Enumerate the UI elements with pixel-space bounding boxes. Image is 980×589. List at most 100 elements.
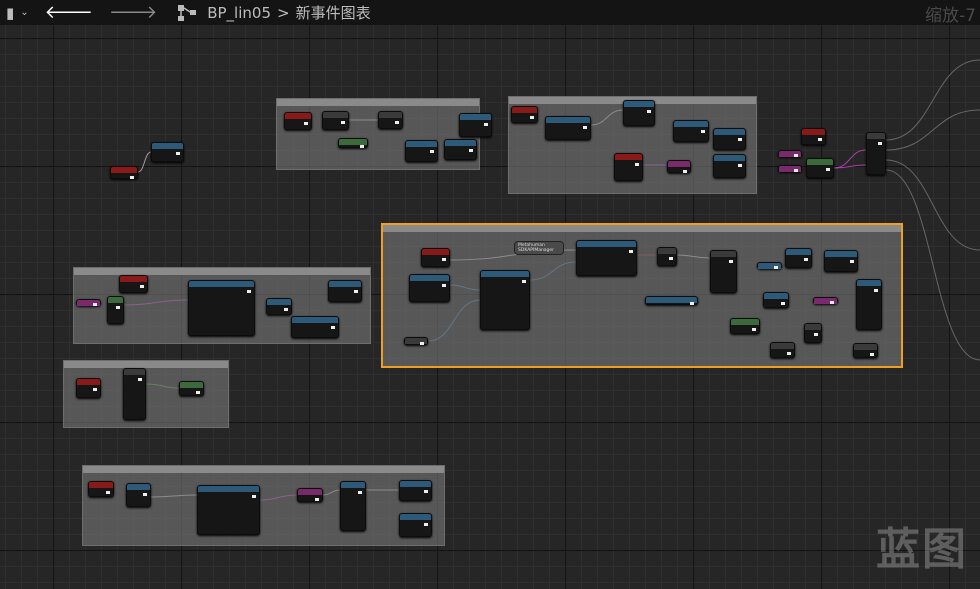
- exec-pin[interactable]: [878, 142, 882, 145]
- exec-pin[interactable]: [130, 176, 134, 179]
- exec-pin[interactable]: [826, 168, 830, 171]
- blueprint-node[interactable]: [123, 368, 146, 420]
- exec-pin[interactable]: [669, 257, 673, 260]
- exec-pin[interactable]: [647, 110, 651, 113]
- blueprint-node[interactable]: [813, 297, 838, 304]
- comment-header[interactable]: [64, 361, 228, 368]
- blueprint-node[interactable]: [806, 158, 834, 178]
- exec-pin[interactable]: [683, 170, 687, 173]
- blueprint-node[interactable]: [614, 153, 643, 181]
- blueprint-node[interactable]: [673, 120, 709, 142]
- blueprint-node[interactable]: [338, 138, 368, 148]
- forward-arrow-icon[interactable]: 🡒: [109, 2, 157, 23]
- exec-pin[interactable]: [341, 121, 345, 124]
- blueprint-node[interactable]: [713, 128, 746, 150]
- blueprint-node[interactable]: [399, 480, 432, 501]
- exec-pin[interactable]: [93, 303, 97, 306]
- metahuman-sdk-api-manager-node[interactable]: Metahuman SDKAPIManager: [514, 241, 564, 255]
- exec-pin[interactable]: [93, 388, 97, 391]
- exec-pin[interactable]: [690, 302, 694, 305]
- exec-pin[interactable]: [530, 116, 534, 119]
- exec-pin[interactable]: [430, 150, 434, 153]
- exec-pin[interactable]: [424, 490, 428, 493]
- blueprint-node[interactable]: [856, 279, 882, 330]
- exec-pin[interactable]: [870, 353, 874, 356]
- exec-pin[interactable]: [752, 328, 756, 331]
- blueprint-node[interactable]: [866, 132, 886, 175]
- breadcrumb-blueprint[interactable]: BP_lin05: [207, 4, 271, 22]
- exec-pin[interactable]: [774, 266, 778, 269]
- exec-pin[interactable]: [358, 491, 362, 494]
- blueprint-node[interactable]: [853, 343, 878, 358]
- exec-pin[interactable]: [140, 285, 144, 288]
- blueprint-node[interactable]: [645, 296, 698, 305]
- blueprint-node[interactable]: [657, 247, 677, 266]
- blueprint-node[interactable]: [409, 274, 450, 302]
- comment-header[interactable]: [83, 466, 444, 473]
- blueprint-node[interactable]: [76, 299, 101, 306]
- exec-pin[interactable]: [442, 284, 446, 287]
- exec-pin[interactable]: [629, 250, 633, 253]
- blueprint-node[interactable]: [667, 160, 691, 173]
- blueprint-node[interactable]: [576, 240, 637, 276]
- exec-pin[interactable]: [360, 145, 364, 148]
- blueprint-node[interactable]: [88, 481, 114, 497]
- blueprint-node[interactable]: [76, 378, 101, 398]
- blueprint-node[interactable]: [444, 139, 477, 160]
- blueprint-node[interactable]: [328, 280, 362, 302]
- blueprint-node[interactable]: [284, 112, 312, 130]
- blueprint-node[interactable]: [340, 481, 366, 531]
- blueprint-node[interactable]: [623, 100, 655, 126]
- exec-pin[interactable]: [469, 149, 473, 152]
- exec-pin[interactable]: [583, 126, 587, 129]
- chevron-down-icon[interactable]: ⌄: [20, 7, 28, 18]
- blueprint-node[interactable]: [710, 250, 737, 293]
- exec-pin[interactable]: [484, 123, 488, 126]
- blueprint-node[interactable]: [778, 150, 802, 157]
- exec-pin[interactable]: [331, 326, 335, 329]
- blueprint-node[interactable]: [770, 342, 795, 358]
- blueprint-node[interactable]: [459, 113, 492, 137]
- breadcrumb-graph[interactable]: 新事件图表: [296, 2, 371, 23]
- blueprint-node[interactable]: [322, 111, 349, 130]
- exec-pin[interactable]: [176, 152, 180, 155]
- back-arrow-icon[interactable]: 🡐: [45, 2, 93, 23]
- exec-pin[interactable]: [794, 154, 798, 157]
- exec-pin[interactable]: [794, 169, 798, 172]
- exec-pin[interactable]: [252, 495, 256, 498]
- exec-pin[interactable]: [138, 378, 142, 381]
- exec-pin[interactable]: [874, 289, 878, 292]
- blueprint-node[interactable]: [151, 142, 184, 162]
- blueprint-node[interactable]: [110, 166, 138, 179]
- blueprint-node[interactable]: [404, 337, 428, 345]
- blueprint-node[interactable]: [197, 485, 260, 535]
- blueprint-node[interactable]: [405, 140, 438, 162]
- blueprint-node[interactable]: [421, 248, 450, 267]
- exec-pin[interactable]: [442, 258, 446, 261]
- exec-pin[interactable]: [804, 258, 808, 261]
- exec-pin[interactable]: [738, 164, 742, 167]
- bookmark-icon[interactable]: ▮: [6, 4, 14, 22]
- blueprint-node[interactable]: [399, 513, 432, 537]
- exec-pin[interactable]: [850, 260, 854, 263]
- blueprint-node[interactable]: [801, 128, 826, 145]
- comment-header[interactable]: [383, 225, 901, 232]
- blueprint-node[interactable]: [119, 275, 148, 293]
- blueprint-node[interactable]: [480, 270, 530, 330]
- exec-pin[interactable]: [284, 308, 288, 311]
- comment-header[interactable]: [74, 268, 370, 275]
- exec-pin[interactable]: [247, 290, 251, 293]
- exec-pin[interactable]: [424, 523, 428, 526]
- blueprint-node[interactable]: [757, 262, 782, 269]
- exec-pin[interactable]: [729, 260, 733, 263]
- blueprint-node[interactable]: [107, 296, 124, 324]
- blueprint-node[interactable]: [188, 280, 255, 336]
- blueprint-node[interactable]: [824, 250, 858, 272]
- blueprint-node[interactable]: [763, 292, 789, 308]
- exec-pin[interactable]: [522, 280, 526, 283]
- exec-pin[interactable]: [635, 163, 639, 166]
- exec-pin[interactable]: [814, 333, 818, 336]
- blueprint-node[interactable]: [511, 106, 538, 123]
- blueprint-node[interactable]: [179, 381, 204, 396]
- exec-pin[interactable]: [106, 491, 110, 494]
